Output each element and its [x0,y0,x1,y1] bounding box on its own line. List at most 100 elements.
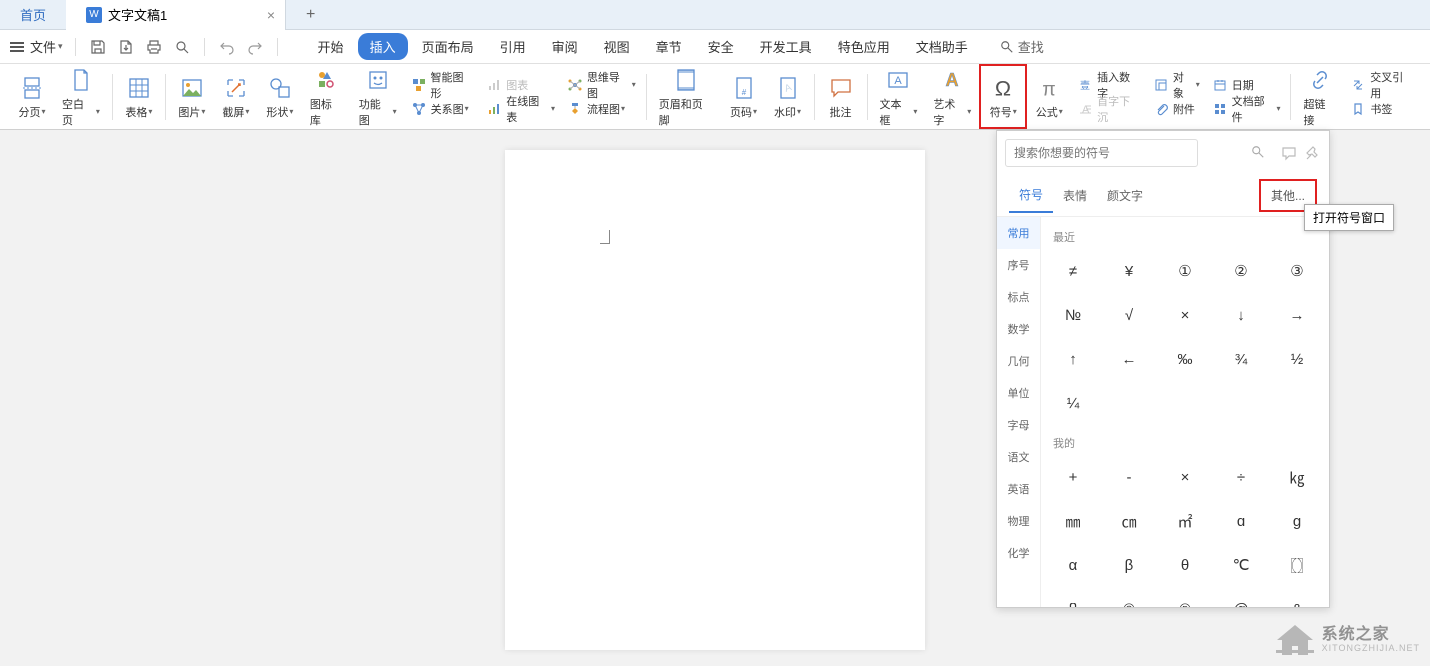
bookmark-button[interactable]: 书签 [1350,99,1414,119]
cat-physics[interactable]: 物理 [997,505,1040,537]
print-icon[interactable] [144,37,164,57]
symbol-cell[interactable]: - [1101,455,1157,499]
symbol-cell[interactable]: ÷ [1213,455,1269,499]
tab-reference[interactable]: 引用 [488,33,538,60]
symbol-cell[interactable]: ¼ [1045,381,1101,425]
symbol-cell[interactable]: & [1269,587,1325,607]
cat-chinese[interactable]: 语文 [997,441,1040,473]
symbol-cell[interactable]: × [1157,455,1213,499]
header-footer-button[interactable]: 页眉和页脚 [651,64,722,129]
file-menu[interactable]: 文件 [30,37,63,56]
tab-insert[interactable]: 插入 [358,33,408,60]
tab-dev[interactable]: 开发工具 [748,33,824,60]
cat-math[interactable]: 数学 [997,313,1040,345]
symbol-cell[interactable]: θ [1157,543,1213,587]
mind-map-button[interactable]: 思维导图 [567,75,636,95]
new-tab-button[interactable]: + [286,0,326,30]
export-icon[interactable] [116,37,136,57]
symbol-cell[interactable]: ¥ [1101,249,1157,293]
cat-geom[interactable]: 几何 [997,345,1040,377]
tab-section[interactable]: 章节 [644,33,694,60]
insert-number-button[interactable]: 壹插入数字 [1077,75,1141,95]
preview-icon[interactable] [172,37,192,57]
symbol-cell[interactable]: ‰ [1157,337,1213,381]
screenshot-button[interactable]: 截屏 [214,64,258,129]
search-icon[interactable] [1251,145,1265,159]
symbol-cell[interactable]: β [1101,543,1157,587]
cat-punct[interactable]: 标点 [997,281,1040,313]
save-icon[interactable] [88,37,108,57]
symbol-cell[interactable]: {} [1045,587,1101,607]
symbol-cell[interactable]: ③ [1269,249,1325,293]
symbol-cell[interactable]: ↑ [1045,337,1101,381]
panel-tab-kaomoji[interactable]: 颜文字 [1097,179,1153,212]
symbol-search-input[interactable] [1005,139,1198,167]
cat-common[interactable]: 常用 [997,217,1040,249]
object-button[interactable]: 对象 [1153,75,1200,95]
shapes-button[interactable]: 形状 [258,64,302,129]
panel-tab-emoji[interactable]: 表情 [1053,179,1097,212]
func-chart-button[interactable]: 功能图 [351,64,405,129]
blank-page-button[interactable]: 空白页 [54,64,108,129]
smart-art-button[interactable]: 智能图形 [411,75,475,95]
symbol-cell[interactable]: ¾ [1213,337,1269,381]
cross-ref-button[interactable]: 交叉引用 [1350,75,1414,95]
picture-button[interactable]: 图片 [170,64,214,129]
symbol-cell[interactable]: © [1101,587,1157,607]
symbol-cell[interactable]: × [1157,293,1213,337]
symbol-cell[interactable]: ② [1213,249,1269,293]
table-button[interactable]: 表格 [117,64,161,129]
command-search[interactable]: 查找 [1000,37,1044,56]
cat-english[interactable]: 英语 [997,473,1040,505]
symbol-cell[interactable]: ℃ [1213,543,1269,587]
close-tab-icon[interactable]: × [267,7,275,23]
symbol-cell[interactable]: ɡ [1269,499,1325,543]
symbol-cell[interactable]: → [1269,293,1325,337]
tab-security[interactable]: 安全 [696,33,746,60]
pin-icon[interactable] [1305,145,1321,161]
document-page[interactable] [505,150,925,650]
symbol-cell[interactable]: α [1045,543,1101,587]
page-break-button[interactable]: 分页 [10,64,54,129]
symbol-cell[interactable]: ㎏ [1269,455,1325,499]
symbol-cell[interactable]: ½ [1269,337,1325,381]
home-tab[interactable]: 首页 [0,0,66,30]
tab-view[interactable]: 视图 [592,33,642,60]
text-box-button[interactable]: A文本框 [872,64,926,129]
flow-chart-button[interactable]: 流程图 [567,99,636,119]
tab-special[interactable]: 特色应用 [826,33,902,60]
equation-button[interactable]: π公式 [1027,64,1071,129]
symbol-cell[interactable]: @ [1213,587,1269,607]
symbol-cell[interactable]: ㎝ [1101,499,1157,543]
symbol-cell[interactable]: ɑ [1213,499,1269,543]
hamburger-icon[interactable] [10,42,24,52]
watermark-button[interactable]: A水印 [766,64,810,129]
attachment-button[interactable]: 附件 [1153,99,1200,119]
tab-start[interactable]: 开始 [306,33,356,60]
icon-library-button[interactable]: 图标库 [302,64,351,129]
undo-icon[interactable] [217,37,237,57]
tab-layout[interactable]: 页面布局 [410,33,486,60]
doc-parts-button[interactable]: 文档部件 [1212,99,1281,119]
cat-unit[interactable]: 单位 [997,377,1040,409]
symbol-cell[interactable]: + [1045,455,1101,499]
symbol-cell[interactable]: ≠ [1045,249,1101,293]
redo-icon[interactable] [245,37,265,57]
word-art-button[interactable]: A艺术字 [925,64,979,129]
tab-review[interactable]: 审阅 [540,33,590,60]
cat-chem[interactable]: 化学 [997,537,1040,569]
symbol-cell[interactable]: № [1045,293,1101,337]
symbol-button[interactable]: Ω符号 [979,64,1027,129]
symbol-cell[interactable]: √ [1101,293,1157,337]
feedback-icon[interactable] [1281,145,1297,161]
date-button[interactable]: 日期 [1212,75,1281,95]
relation-chart-button[interactable]: 关系图 [411,99,475,119]
cat-ordinal[interactable]: 序号 [997,249,1040,281]
page-number-button[interactable]: #页码 [722,64,766,129]
tab-helper[interactable]: 文档助手 [904,33,980,60]
cat-letter[interactable]: 字母 [997,409,1040,441]
symbol-cell[interactable]: ← [1101,337,1157,381]
document-tab[interactable]: W 文字文稿1 × [66,0,286,30]
symbol-cell[interactable]: ® [1157,587,1213,607]
symbol-cell[interactable]: ㎜ [1045,499,1101,543]
